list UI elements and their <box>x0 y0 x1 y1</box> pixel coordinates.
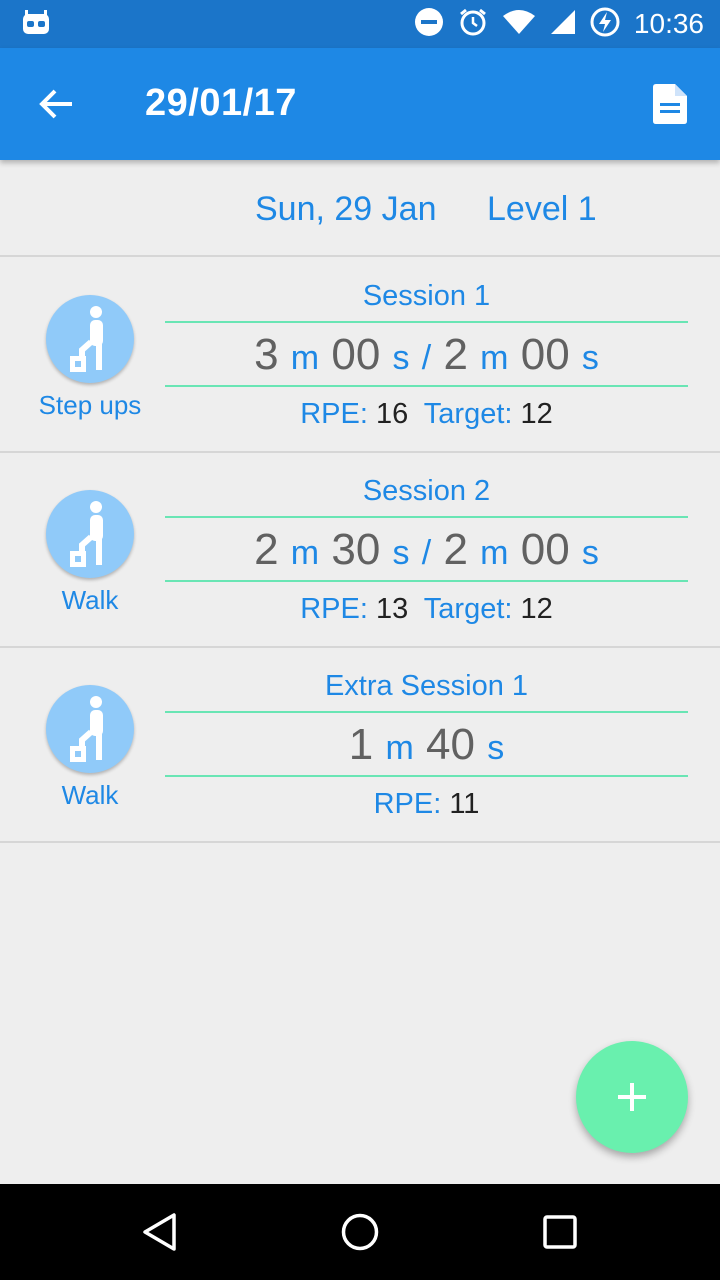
back-button[interactable] <box>26 74 86 134</box>
session-duration: 1 m 40 s <box>165 720 688 770</box>
day-header: Sun, 29 Jan Level 1 <box>0 160 720 257</box>
minutes-unit: m <box>480 534 509 572</box>
actual-minutes: 2 <box>254 525 279 574</box>
seconds-unit: s <box>487 729 505 767</box>
divider <box>165 775 688 777</box>
document-icon <box>653 84 687 124</box>
rpe-label: RPE: <box>300 398 368 430</box>
rpe-line: RPE: 11 <box>165 788 688 821</box>
recents-square-icon <box>543 1215 577 1249</box>
signal-icon <box>550 9 576 40</box>
level-label: Level 1 <box>487 190 597 228</box>
session-title: Session 1 <box>362 280 491 312</box>
divider <box>165 516 688 518</box>
target-label: Target: <box>423 593 513 625</box>
step-up-person-icon <box>70 306 103 372</box>
activity-avatar <box>46 685 134 773</box>
target-minutes: 2 <box>443 330 468 379</box>
time-separator: / <box>421 339 432 377</box>
divider <box>165 711 688 713</box>
actual-minutes: 3 <box>254 330 279 379</box>
activity-avatar <box>46 490 134 578</box>
activity-label: Walk <box>61 780 119 810</box>
rpe-value: 13 <box>375 593 409 625</box>
target-minutes: 2 <box>443 525 468 574</box>
document-button[interactable] <box>642 74 698 134</box>
app-bar: 29/01/17 <box>0 48 720 160</box>
date-label: Sun, 29 Jan <box>255 190 437 228</box>
arrow-back-icon <box>39 89 72 119</box>
battery-charging-icon <box>590 7 620 42</box>
alarm-icon <box>458 7 488 42</box>
activity-avatar <box>46 295 134 383</box>
system-nav-bar <box>0 1184 720 1280</box>
seconds-unit: s <box>392 339 410 377</box>
activity-label: Step ups <box>38 390 142 420</box>
minutes-unit: m <box>385 729 414 767</box>
step-up-person-icon <box>70 501 103 567</box>
target-seconds: 00 <box>520 525 570 574</box>
nav-back-button[interactable] <box>132 1204 188 1260</box>
divider <box>165 580 688 582</box>
actual-seconds: 00 <box>331 330 381 379</box>
android-debug-icon <box>22 10 50 41</box>
rpe-label: RPE: <box>373 788 442 820</box>
rpe-value: 11 <box>449 788 480 820</box>
add-session-button[interactable] <box>576 1041 688 1153</box>
session-duration: 2 m 30 s / 2 m 00 s <box>165 525 688 575</box>
nav-recents-button[interactable] <box>532 1204 588 1260</box>
activity-label: Walk <box>61 585 119 615</box>
status-bar: 10:36 <box>0 0 720 48</box>
seconds-unit: s <box>581 339 599 377</box>
rpe-value: 16 <box>375 398 409 430</box>
wifi-icon <box>502 9 536 40</box>
seconds-unit: s <box>392 534 410 572</box>
back-triangle-icon <box>143 1213 176 1251</box>
actual-seconds: 30 <box>331 525 381 574</box>
minutes-unit: m <box>290 534 320 572</box>
do-not-disturb-icon <box>414 7 444 42</box>
target-label: Target: <box>423 398 513 430</box>
page-title: 29/01/17 <box>145 82 297 124</box>
session-duration: 3 m 00 s / 2 m 00 s <box>165 330 688 380</box>
target-value: 12 <box>520 398 553 430</box>
rpe-line: RPE: 13 Target: 12 <box>165 593 688 626</box>
session-row[interactable]: Walk Session 2 2 m 30 s / 2 m 00 s RPE: … <box>0 453 720 648</box>
minutes-unit: m <box>290 339 320 377</box>
session-title: Extra Session 1 <box>324 670 529 702</box>
session-title: Session 2 <box>362 475 491 507</box>
rpe-line: RPE: 16 Target: 12 <box>165 398 688 431</box>
time-separator: / <box>421 534 432 572</box>
divider <box>165 385 688 387</box>
nav-home-button[interactable] <box>332 1204 388 1260</box>
actual-seconds: 40 <box>426 720 475 769</box>
session-row[interactable]: Step ups Session 1 3 m 00 s / 2 m 00 s R… <box>0 258 720 453</box>
plus-icon <box>618 1083 646 1111</box>
rpe-label: RPE: <box>300 593 368 625</box>
status-time: 10:36 <box>633 8 704 39</box>
target-seconds: 00 <box>520 330 570 379</box>
target-value: 12 <box>520 593 553 625</box>
step-up-person-icon <box>70 696 103 762</box>
divider <box>165 321 688 323</box>
home-circle-icon <box>341 1213 379 1251</box>
session-row[interactable]: Walk Extra Session 1 1 m 40 s RPE: 11 <box>0 648 720 843</box>
minutes-unit: m <box>480 339 509 377</box>
seconds-unit: s <box>581 534 599 572</box>
actual-minutes: 1 <box>348 720 374 769</box>
